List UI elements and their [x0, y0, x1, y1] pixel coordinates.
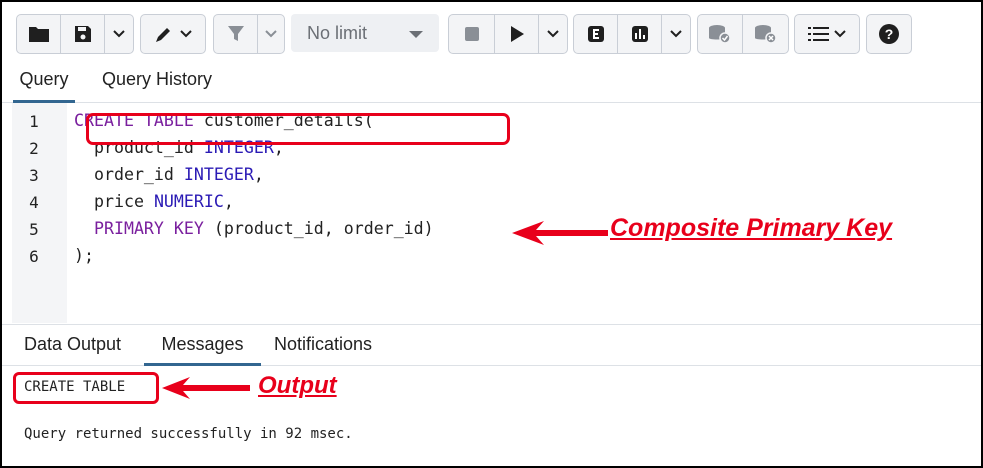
commit-button[interactable] [698, 15, 743, 53]
explain-dropdown-button[interactable] [662, 15, 690, 53]
code-text: ); [74, 246, 94, 265]
code-text: order_id [74, 165, 184, 184]
save-dropdown-button[interactable] [105, 15, 133, 53]
save-button[interactable] [61, 15, 105, 53]
code-text: , [223, 192, 234, 211]
chevron-down-icon [547, 30, 559, 38]
line-number: 5 [29, 220, 39, 239]
execute-group [448, 14, 568, 54]
highlight-box-output [13, 372, 159, 404]
tab-query-history-label: Query History [102, 69, 213, 89]
code-text: , [253, 165, 264, 184]
result-tab-bar: Data Output Messages Notifications [2, 324, 981, 366]
tab-data-output-label: Data Output [24, 334, 122, 354]
filter-group [213, 14, 285, 54]
save-icon [74, 26, 91, 42]
filter-dropdown-button[interactable] [258, 15, 284, 53]
line-number: 6 [29, 247, 39, 266]
sql-type: NUMERIC [153, 192, 224, 211]
macros-button[interactable] [795, 15, 859, 53]
row-limit-select[interactable]: No limit [291, 14, 439, 52]
filter-button[interactable] [214, 15, 258, 53]
filter-icon [227, 26, 244, 41]
query-tab-bar: Query Query History [2, 62, 981, 103]
annotation-composite-primary-key: Composite Primary Key [610, 214, 893, 242]
rollback-button[interactable] [743, 15, 788, 53]
explain-button[interactable] [574, 15, 618, 53]
toolbar: No limit ? [2, 2, 981, 62]
explain-analyze-icon [631, 26, 648, 42]
execute-button[interactable] [495, 15, 539, 53]
edit-group [140, 14, 206, 54]
macros-icon [808, 27, 829, 41]
tab-notifications-label: Notifications [274, 334, 373, 354]
tab-notifications[interactable]: Notifications [274, 333, 372, 363]
message-line: Query returned successfully in 92 msec. [24, 426, 353, 442]
tab-messages-label: Messages [161, 334, 244, 354]
code-line: ); [74, 246, 94, 265]
code-text: (product_id, order_id) [203, 219, 434, 238]
stop-button[interactable] [449, 15, 495, 53]
annotation-output: Output [258, 372, 337, 399]
chevron-down-icon [180, 30, 192, 38]
query-tool-window: No limit ? Query Query History 1 2 3 4 5… [0, 0, 983, 468]
line-number: 3 [29, 166, 39, 185]
tab-data-output[interactable]: Data Output [24, 333, 121, 363]
tab-query[interactable]: Query [13, 68, 75, 103]
code-line: price NUMERIC, [74, 192, 234, 211]
stop-icon [464, 27, 479, 41]
caret-down-icon [409, 31, 423, 38]
explain-icon [587, 26, 604, 42]
transaction-group [697, 14, 789, 54]
sql-keyword: PRIMARY KEY [74, 219, 204, 238]
chevron-down-icon [834, 30, 846, 38]
play-icon [510, 26, 524, 42]
arrow-left-icon [512, 221, 608, 245]
line-number-gutter: 1 2 3 4 5 6 [12, 103, 67, 323]
row-limit-value: No limit [307, 22, 368, 43]
macros-group [794, 14, 860, 54]
code-line: PRIMARY KEY (product_id, order_id) [74, 219, 434, 238]
explain-analyze-button[interactable] [618, 15, 662, 53]
help-button[interactable]: ? [867, 15, 911, 53]
edit-button[interactable] [141, 15, 205, 53]
arrow-left-icon [162, 377, 250, 399]
sql-type: INTEGER [183, 165, 254, 184]
rollback-icon [754, 25, 777, 44]
tab-query-label: Query [19, 69, 69, 89]
explain-group [573, 14, 691, 54]
execute-dropdown-button[interactable] [539, 15, 567, 53]
chevron-down-icon [113, 30, 125, 38]
help-group: ? [866, 14, 912, 54]
tab-messages[interactable]: Messages [144, 333, 261, 366]
help-icon: ? [879, 24, 899, 44]
edit-pen-icon [156, 28, 170, 42]
file-group [16, 14, 134, 54]
commit-icon [709, 25, 731, 44]
highlight-box-primary-key [86, 113, 510, 145]
svg-text:?: ? [885, 26, 894, 42]
chevron-down-icon [265, 30, 277, 38]
line-number: 1 [29, 112, 39, 131]
code-text: price [74, 192, 154, 211]
code-line: order_id INTEGER, [74, 165, 264, 184]
line-number: 2 [29, 139, 39, 158]
chevron-down-icon [670, 30, 682, 38]
line-number: 4 [29, 193, 39, 212]
open-file-button[interactable] [17, 15, 61, 53]
open-folder-icon [28, 27, 49, 42]
tab-query-history[interactable]: Query History [102, 68, 212, 100]
